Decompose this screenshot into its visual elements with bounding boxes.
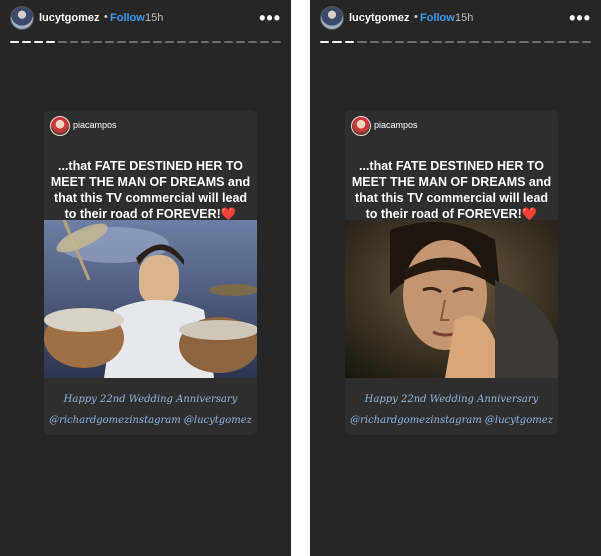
progress-segment (556, 41, 567, 43)
progress-segment (444, 41, 454, 43)
progress-segment (332, 41, 342, 43)
post-time: 15h (455, 12, 474, 24)
story-panel-right[interactable]: lucytgomez • Follow 15h ••• piacampos ..… (310, 0, 601, 556)
progress-segment (271, 41, 281, 43)
progress-segment (260, 41, 269, 43)
heart-emoji-icon: ❤️ (220, 207, 237, 221)
progress-segment (57, 41, 67, 43)
panel-gap (291, 0, 310, 556)
more-options-icon[interactable]: ••• (259, 8, 281, 29)
progress-segment (200, 41, 210, 43)
post-time: 15h (145, 12, 164, 24)
progress-segment (456, 41, 467, 43)
embedded-post-avatar (351, 116, 371, 136)
progress-segment (45, 41, 55, 43)
more-options-icon[interactable]: ••• (569, 8, 591, 29)
progress-segment (140, 41, 150, 43)
progress-segment (129, 41, 138, 43)
progress-segment (164, 41, 174, 43)
drummer-photo (44, 220, 257, 378)
progress-segment (432, 41, 442, 43)
progress-segment (531, 41, 542, 43)
follow-button[interactable]: Follow (110, 12, 145, 24)
anniversary-greeting: Happy 22nd Wedding Anniversary (364, 394, 539, 405)
progress-segment (212, 41, 222, 43)
username[interactable]: lucytgomez (349, 12, 410, 24)
mention-tags[interactable]: @richardgomezinstagram @lucytgomez (345, 415, 558, 426)
progress-segment (407, 41, 417, 43)
separator-dot: • (104, 11, 108, 23)
embedded-post-card: piacampos ...that FATE DESTINED HER TO M… (345, 110, 558, 435)
embedded-post-avatar (50, 116, 70, 136)
progress-segment (544, 41, 554, 43)
portrait-photo (345, 220, 558, 378)
separator-dot: • (414, 11, 418, 23)
profile-avatar[interactable] (320, 6, 344, 30)
progress-segment (21, 41, 31, 43)
progress-segment (248, 41, 258, 43)
embedded-post-caption: ...that FATE DESTINED HER TO MEET THE MA… (351, 159, 552, 221)
progress-segment (394, 41, 405, 43)
embedded-post-username: piacampos (374, 120, 418, 130)
embedded-post-caption: ...that FATE DESTINED HER TO MEET THE MA… (50, 159, 251, 221)
progress-segment (105, 41, 115, 43)
progress-segment (481, 41, 492, 43)
progress-segment (320, 41, 330, 43)
progress-segment (357, 41, 367, 43)
progress-segment (236, 41, 246, 43)
progress-segment (224, 41, 234, 43)
progress-segment (69, 41, 79, 43)
progress-segment (382, 41, 392, 43)
progress-segment (188, 41, 198, 43)
embedded-post-username: piacampos (73, 120, 117, 130)
progress-segment (152, 41, 162, 43)
progress-segment (419, 41, 430, 43)
progress-segment (569, 41, 579, 43)
anniversary-greeting: Happy 22nd Wedding Anniversary (63, 394, 238, 405)
mention-tags[interactable]: @richardgomezinstagram @lucytgomez (44, 415, 257, 426)
progress-segment (519, 41, 529, 43)
story-progress-bar (320, 41, 591, 43)
story-header: lucytgomez • Follow 15h ••• (320, 6, 591, 32)
progress-segment (93, 41, 103, 43)
progress-segment (581, 41, 591, 43)
embedded-post-card: piacampos ...that FATE DESTINED HER TO M… (44, 110, 257, 435)
story-progress-bar (10, 41, 281, 43)
username[interactable]: lucytgomez (39, 12, 100, 24)
progress-segment (506, 41, 517, 43)
progress-segment (176, 41, 186, 43)
progress-segment (33, 41, 43, 43)
follow-button[interactable]: Follow (420, 12, 455, 24)
progress-segment (117, 41, 127, 43)
progress-segment (469, 41, 479, 43)
progress-segment (369, 41, 380, 43)
progress-segment (81, 41, 91, 43)
progress-segment (494, 41, 504, 43)
progress-segment (344, 41, 355, 43)
story-header: lucytgomez • Follow 15h ••• (10, 6, 281, 32)
profile-avatar[interactable] (10, 6, 34, 30)
progress-segment (10, 41, 19, 43)
story-panel-left[interactable]: lucytgomez • Follow 15h ••• piacampos ..… (0, 0, 291, 556)
heart-emoji-icon: ❤️ (521, 207, 538, 221)
